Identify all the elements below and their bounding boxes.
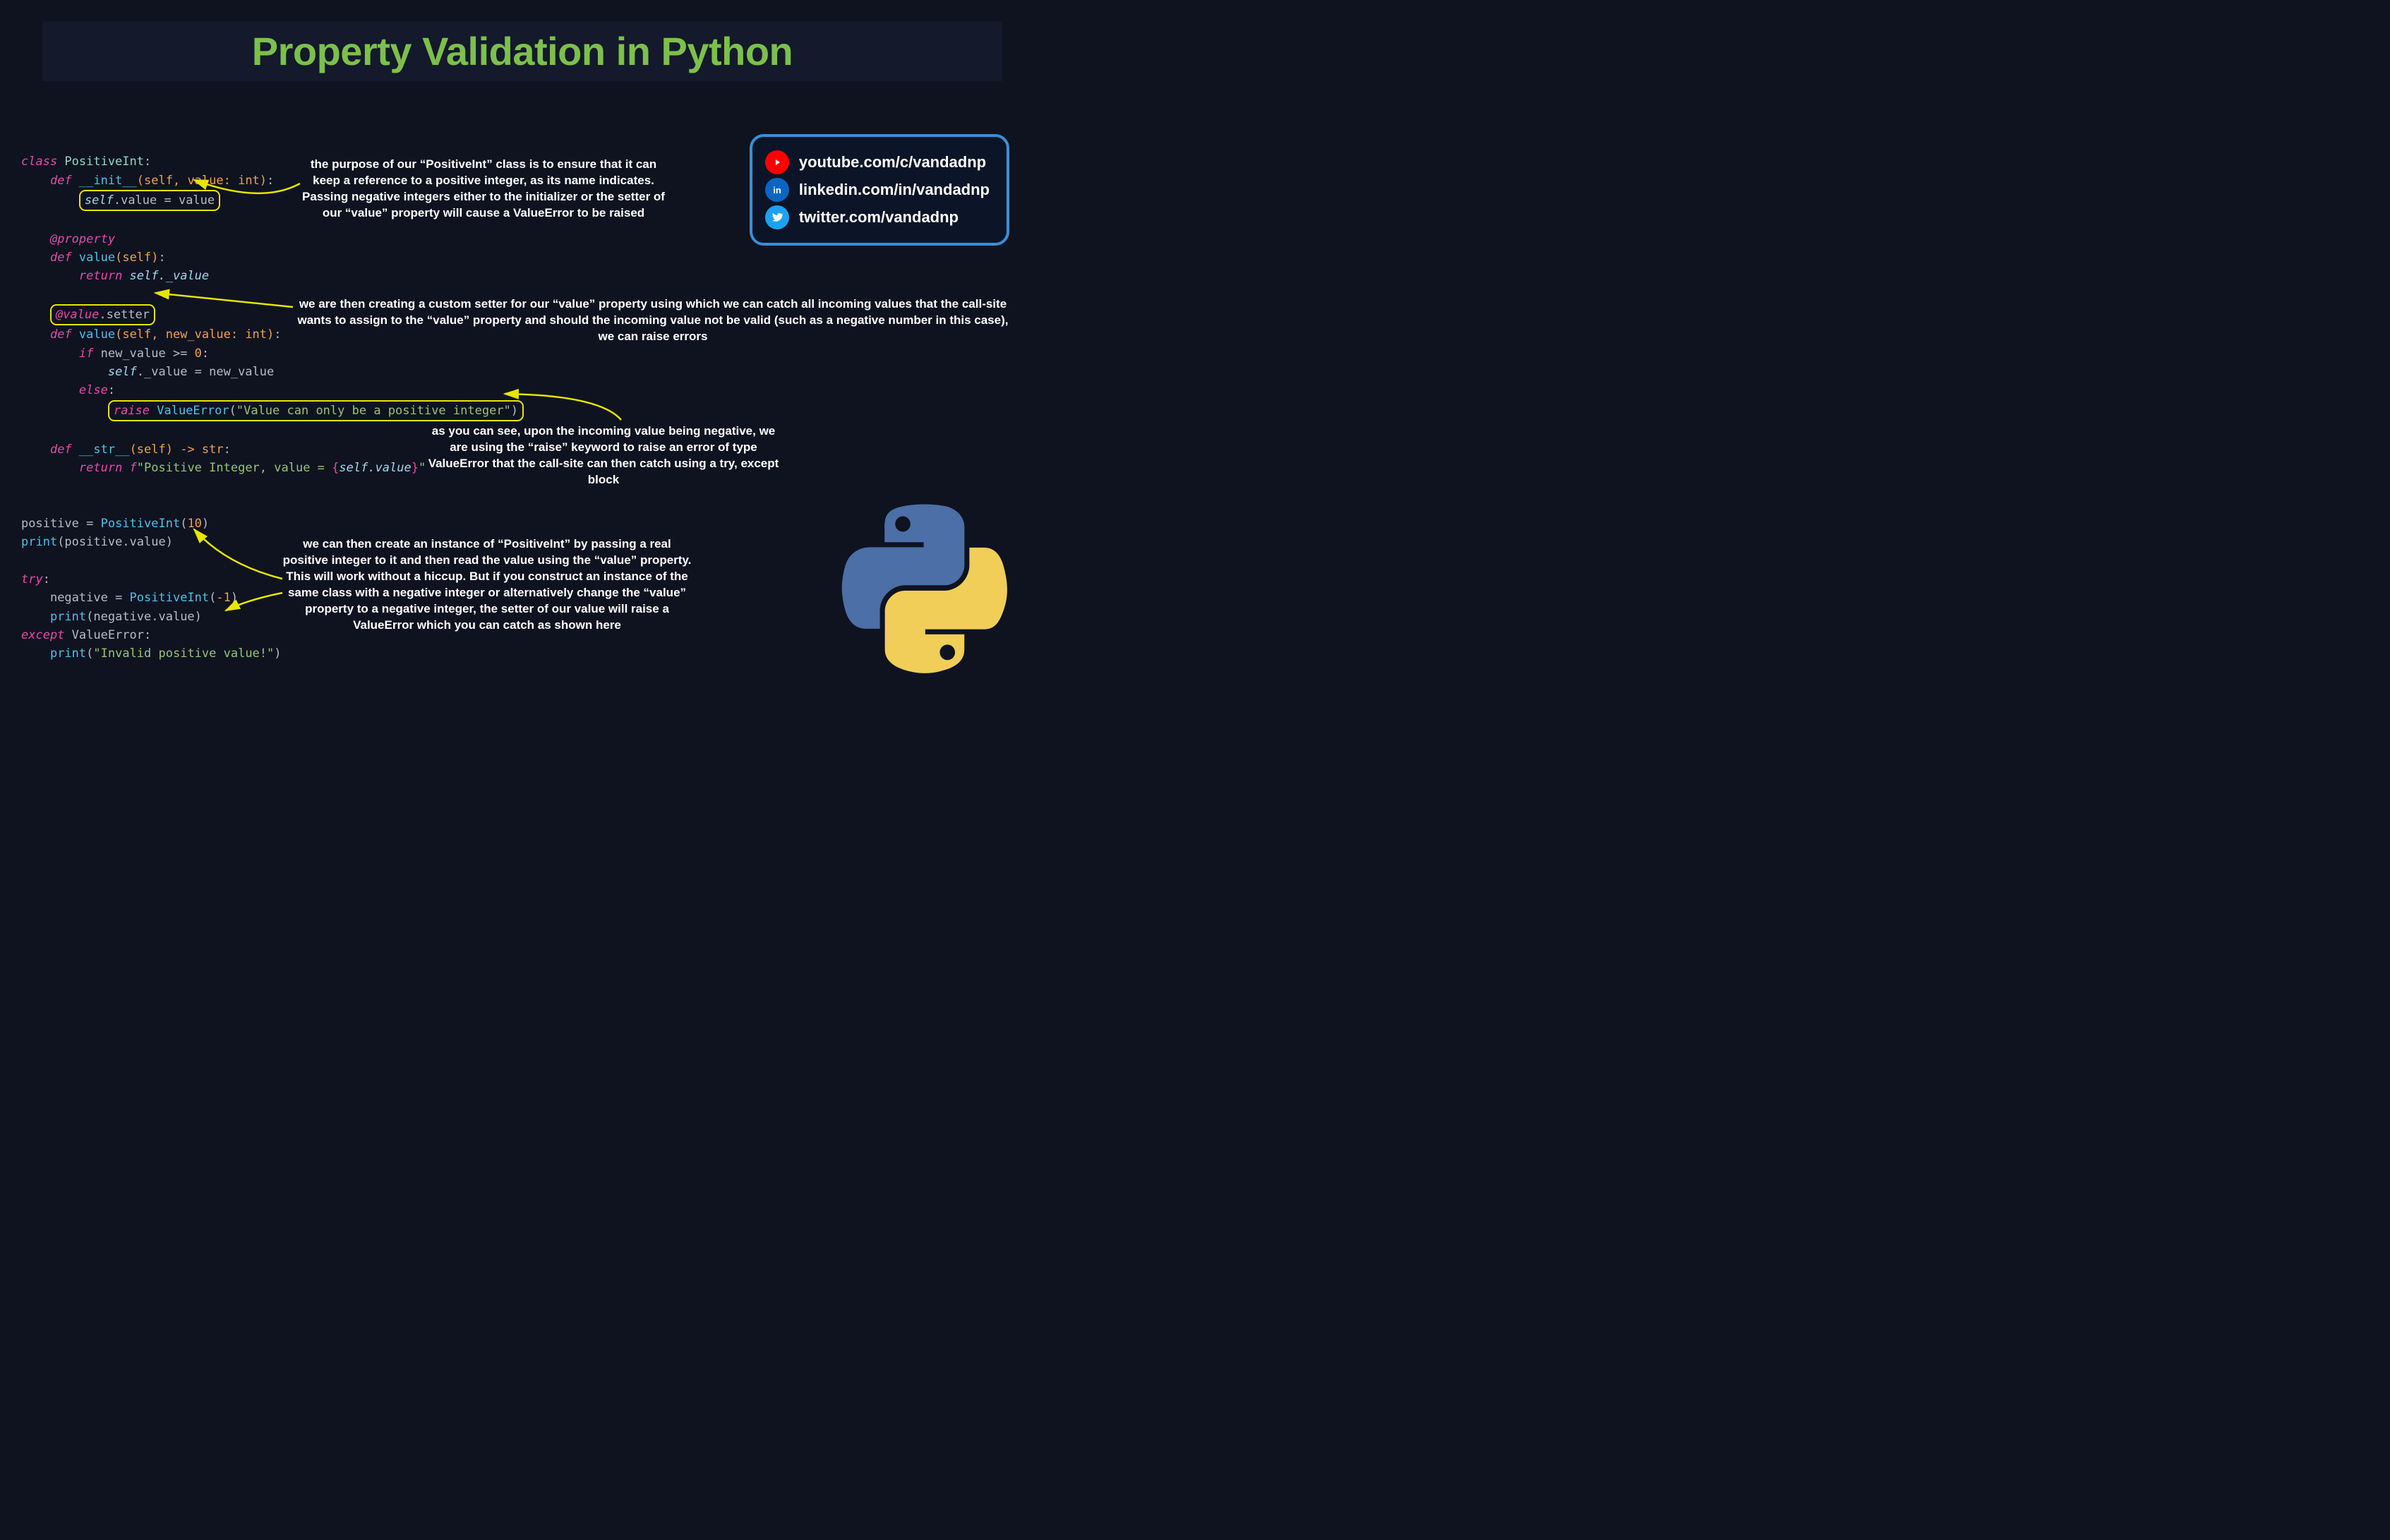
paren: ( [180, 517, 187, 531]
params-init: (self, value: int) [137, 174, 267, 188]
kw-else: else [79, 383, 108, 397]
colon: : [144, 155, 151, 169]
twitter-icon [765, 205, 789, 229]
var-positive: positive = [21, 517, 101, 531]
except-type: ValueError [64, 628, 144, 642]
kw-def: def [50, 443, 72, 457]
youtube-icon [765, 150, 789, 174]
highlight-raise: raise ValueError("Value can only be a po… [108, 400, 524, 421]
python-logo-icon [840, 504, 1009, 673]
twitter-link[interactable]: twitter.com/vandadnp [765, 205, 990, 229]
annotation-2: we are then creating a custom setter for… [293, 296, 1013, 345]
colon: : [43, 572, 50, 586]
error-print-string: "Invalid positive value!" [93, 646, 274, 661]
self-kw: self [108, 365, 137, 379]
fn-init: __init__ [72, 174, 137, 188]
decorator-setter: .setter [99, 308, 150, 322]
decorator-property: @property [50, 232, 115, 246]
colon: : [224, 443, 231, 457]
highlight-self-value: self.value = value [79, 190, 220, 211]
paren: ( [209, 591, 216, 605]
kw-def: def [50, 251, 72, 265]
paren: ) [202, 517, 209, 531]
annotation-3: as you can see, upon the incoming value … [427, 423, 780, 488]
colon: : [274, 327, 281, 342]
call-print: print [50, 646, 86, 661]
print-args: (negative.value) [86, 610, 202, 624]
youtube-label: youtube.com/c/vandadnp [799, 153, 986, 172]
title-bar: Property Validation in Python [42, 21, 1002, 81]
cond: new_value >= [93, 347, 194, 361]
youtube-link[interactable]: youtube.com/c/vandadnp [765, 150, 990, 174]
fstring-part1: "Positive Integer, value = [137, 461, 332, 475]
assign: ._value = new_value [137, 365, 274, 379]
kw-return: return [79, 269, 122, 283]
decorator-value: @value [56, 308, 99, 322]
colon: : [108, 383, 115, 397]
call-positiveint: PositiveInt [130, 591, 210, 605]
colon: : [267, 174, 274, 188]
colon: : [159, 251, 166, 265]
annotation-1: the purpose of our “PositiveInt” class i… [296, 157, 671, 222]
linkedin-link[interactable]: in linkedin.com/in/vandadnp [765, 178, 990, 202]
kw-class: class [21, 155, 57, 169]
page-title: Property Validation in Python [64, 28, 981, 74]
valueerror: ValueError [150, 404, 229, 418]
call-positiveint: PositiveInt [101, 517, 181, 531]
class-name: PositiveInt [57, 155, 144, 169]
paren: ( [229, 404, 236, 418]
fstring-part2: " [419, 461, 426, 475]
kw-def: def [50, 327, 72, 342]
kw-def: def [50, 174, 72, 188]
colon: : [202, 347, 209, 361]
call-print: print [21, 535, 57, 549]
linkedin-icon: in [765, 178, 789, 202]
num-zero: 0 [195, 347, 202, 361]
params-setter: (self, new_value: int) [115, 327, 274, 342]
paren: ) [231, 591, 238, 605]
twitter-label: twitter.com/vandadnp [799, 208, 959, 227]
num-neg1: -1 [216, 591, 230, 605]
colon: : [144, 628, 151, 642]
self-kw: self [85, 193, 114, 207]
error-string: "Value can only be a positive integer" [236, 404, 511, 418]
call-print: print [50, 610, 86, 624]
assign-value: .value = value [114, 193, 215, 207]
return-selfvalue: self._value [122, 269, 209, 283]
paren: ( [86, 646, 93, 661]
print-args: (positive.value) [57, 535, 173, 549]
kw-if: if [79, 347, 93, 361]
paren: ) [511, 404, 518, 418]
fn-value-getter: value [72, 251, 115, 265]
brace: } [412, 461, 419, 475]
social-links-box: youtube.com/c/vandadnp in linkedin.com/i… [750, 134, 1009, 246]
kw-return: return [79, 461, 122, 475]
fn-value-setter: value [72, 327, 115, 342]
brace: { [332, 461, 339, 475]
highlight-setter-decorator: @value.setter [50, 304, 155, 325]
annotation-4: we can then create an instance of “Posit… [279, 536, 695, 634]
kw-try: try [21, 572, 43, 586]
num-10: 10 [187, 517, 201, 531]
selfvalue: self.value [339, 461, 411, 475]
params-getter: (self) [115, 251, 158, 265]
kw-except: except [21, 628, 64, 642]
svg-text:in: in [773, 185, 781, 195]
linkedin-label: linkedin.com/in/vandadnp [799, 181, 990, 199]
var-negative: negative = [50, 591, 130, 605]
kw-raise: raise [114, 404, 150, 418]
f-prefix: f [122, 461, 136, 475]
params-str: (self) -> str [130, 443, 224, 457]
paren: ) [274, 646, 281, 661]
fn-str: __str__ [72, 443, 130, 457]
